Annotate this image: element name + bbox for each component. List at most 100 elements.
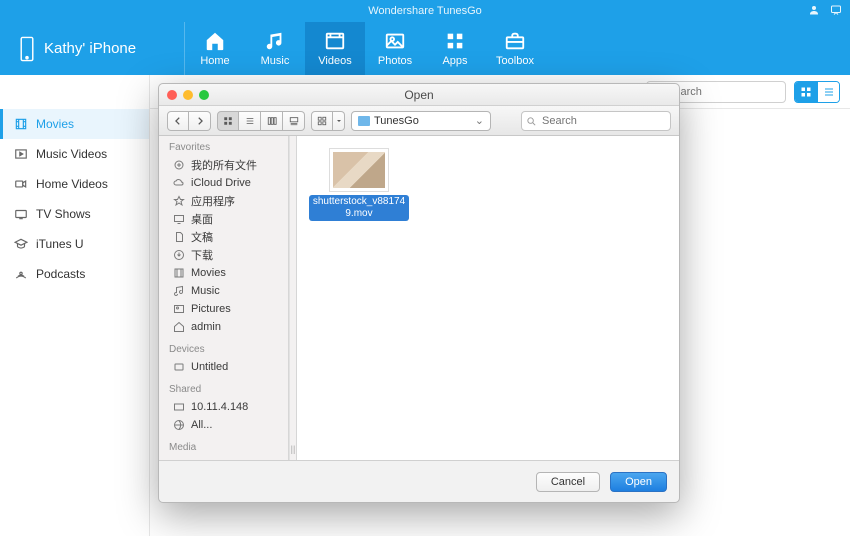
close-icon[interactable] (167, 90, 177, 100)
main-nav: Home Music Videos Photos Apps Toolbox (185, 22, 545, 75)
apps-icon (444, 30, 466, 52)
arrange-group (311, 111, 345, 131)
documents-icon (173, 231, 185, 243)
open-button[interactable]: Open (610, 472, 667, 492)
sidebar-itunes-u-label: iTunes U (36, 237, 84, 251)
phone-icon (18, 36, 36, 62)
favorites-header: Favorites (159, 142, 288, 156)
fav-music[interactable]: Music (159, 282, 288, 300)
fav-applications[interactable]: 应用程序 (159, 192, 288, 210)
dialog-titlebar: Open (159, 84, 679, 106)
nav-back-forward (167, 111, 211, 131)
shared-header: Shared (159, 384, 288, 398)
sidebar-tv-shows-label: TV Shows (36, 207, 91, 221)
nav-music-label: Music (261, 55, 290, 67)
column-view-button[interactable] (261, 111, 283, 131)
sidebar-item-itunes-u[interactable]: iTunes U (0, 229, 149, 259)
sidebar-podcasts-label: Podcasts (36, 267, 85, 281)
sidebar-item-home-videos[interactable]: Home Videos (0, 169, 149, 199)
nav-toolbox-label: Toolbox (496, 55, 534, 67)
device-name: Kathy' iPhone (44, 40, 136, 57)
list-view-button[interactable] (239, 111, 261, 131)
sidebar-home-videos-label: Home Videos (36, 177, 108, 191)
user-icon[interactable] (808, 4, 820, 19)
home-icon (204, 30, 226, 52)
fav-documents[interactable]: 文稿 (159, 228, 288, 246)
fav-pictures[interactable]: Pictures (159, 300, 288, 318)
chevron-updown-icon: ⌄ (475, 114, 484, 127)
fav-desktop[interactable]: 桌面 (159, 210, 288, 228)
arrange-button[interactable] (311, 111, 333, 131)
nav-videos[interactable]: Videos (305, 22, 365, 75)
search-icon (526, 114, 537, 132)
film-icon (14, 117, 28, 131)
path-selector[interactable]: TunesGo ⌄ (351, 111, 491, 131)
fav-icloud[interactable]: iCloud Drive (159, 174, 288, 192)
graduation-icon (14, 237, 28, 251)
toolbox-icon (504, 30, 526, 52)
view-list-button[interactable] (817, 82, 839, 102)
icon-view-button[interactable] (217, 111, 239, 131)
file-grid: shutterstock_v881749.mov (297, 136, 679, 460)
fav-admin[interactable]: admin (159, 318, 288, 336)
category-sidebar: Movies Music Videos Home Videos TV Shows… (0, 75, 150, 536)
coverflow-view-button[interactable] (283, 111, 305, 131)
disk-icon (173, 361, 185, 373)
nav-videos-label: Videos (318, 55, 351, 67)
dialog-footer: Cancel Open (159, 460, 679, 502)
feedback-icon[interactable] (830, 4, 842, 19)
home-icon (173, 321, 185, 333)
podcast-icon (14, 267, 28, 281)
nav-photos-label: Photos (378, 55, 412, 67)
camcorder-icon (14, 177, 28, 191)
dialog-sidebar: Favorites 我的所有文件 iCloud Drive 应用程序 桌面 文稿… (159, 136, 289, 460)
file-thumbnail (329, 148, 389, 192)
sidebar-item-music-videos[interactable]: Music Videos (0, 139, 149, 169)
pictures-icon (173, 303, 185, 315)
view-toggle (794, 81, 840, 103)
device-selector[interactable]: Kathy' iPhone (0, 22, 185, 75)
maximize-icon[interactable] (199, 90, 209, 100)
folder-icon (358, 116, 370, 126)
fav-movies[interactable]: Movies (159, 264, 288, 282)
main-header: Kathy' iPhone Home Music Videos Photos A… (0, 22, 850, 75)
view-grid-button[interactable] (795, 82, 817, 102)
app-title: Wondershare TunesGo (368, 5, 482, 17)
nav-toolbox[interactable]: Toolbox (485, 22, 545, 75)
sidebar-item-tv-shows[interactable]: TV Shows (0, 199, 149, 229)
shared-ip[interactable]: 10.11.4.148 (159, 398, 288, 416)
film-icon (173, 267, 185, 279)
path-label: TunesGo (374, 115, 419, 127)
shared-all[interactable]: All... (159, 416, 288, 434)
arrange-dropdown[interactable] (333, 111, 345, 131)
nav-photos[interactable]: Photos (365, 22, 425, 75)
back-button[interactable] (167, 111, 189, 131)
cancel-button[interactable]: Cancel (536, 472, 600, 492)
sidebar-item-podcasts[interactable]: Podcasts (0, 259, 149, 289)
nav-apps[interactable]: Apps (425, 22, 485, 75)
file-name: shutterstock_v881749.mov (309, 195, 409, 221)
forward-button[interactable] (189, 111, 211, 131)
dialog-search-input[interactable] (521, 111, 671, 131)
nav-home[interactable]: Home (185, 22, 245, 75)
downloads-icon (173, 249, 185, 261)
music-icon (173, 285, 185, 297)
minimize-icon[interactable] (183, 90, 193, 100)
all-files-icon (173, 159, 185, 171)
nav-apps-label: Apps (442, 55, 467, 67)
sidebar-item-movies[interactable]: Movies (0, 109, 149, 139)
dialog-toolbar: TunesGo ⌄ (159, 106, 679, 136)
sidebar-resize-handle[interactable]: || (289, 136, 297, 460)
cloud-icon (173, 177, 185, 189)
globe-icon (173, 419, 185, 431)
nav-music[interactable]: Music (245, 22, 305, 75)
media-header: Media (159, 442, 288, 456)
view-mode-group (217, 111, 305, 131)
fav-downloads[interactable]: 下载 (159, 246, 288, 264)
music-icon (264, 30, 286, 52)
device-untitled[interactable]: Untitled (159, 358, 288, 376)
photos-icon (384, 30, 406, 52)
open-dialog: Open TunesGo ⌄ Favorites (158, 83, 680, 503)
fav-all-my-files[interactable]: 我的所有文件 (159, 156, 288, 174)
file-item[interactable]: shutterstock_v881749.mov (309, 148, 409, 221)
